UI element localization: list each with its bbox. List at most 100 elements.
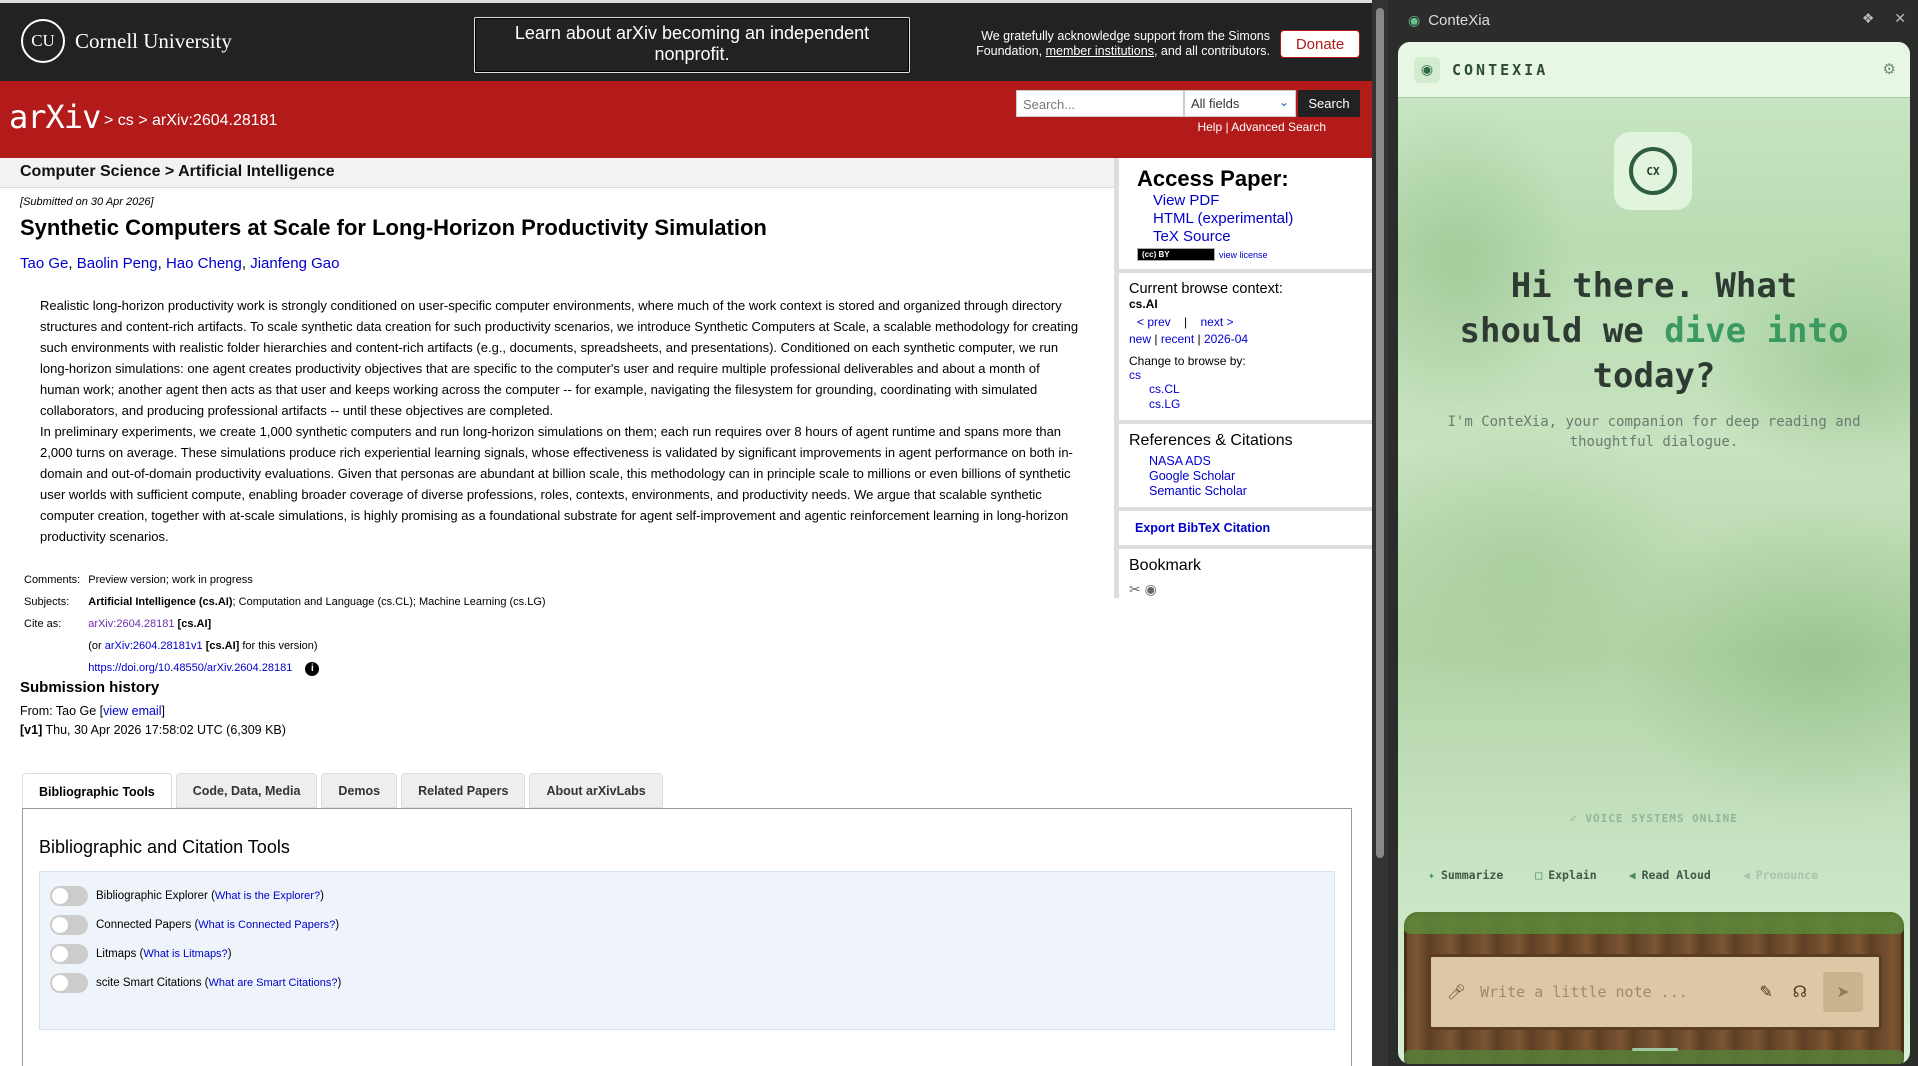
arxiv-header: arXiv > cs > arXiv:2604.28181 Search... … bbox=[0, 81, 1372, 158]
voice-status: ✓ VOICE SYSTEMS ONLINE bbox=[1398, 812, 1910, 825]
view-pdf-link[interactable]: View PDF bbox=[1153, 192, 1219, 209]
tool-list: Bibliographic Explorer (What is the Expl… bbox=[39, 871, 1335, 1030]
cc-by-badge-icon[interactable]: (cc) BY bbox=[1137, 248, 1215, 261]
note-input[interactable]: Write a little note ... bbox=[1480, 983, 1739, 1001]
help-separator: | bbox=[1225, 120, 1229, 134]
author-link[interactable]: Jianfeng Gao bbox=[250, 255, 339, 272]
gear-icon[interactable]: ⚙ bbox=[1883, 60, 1896, 78]
page-scrollbar-thumb[interactable] bbox=[1376, 8, 1384, 858]
explorer-toggle[interactable] bbox=[50, 886, 88, 906]
author-link[interactable]: Tao Ge bbox=[20, 255, 68, 272]
explain-button[interactable]: □ Explain bbox=[1535, 868, 1596, 882]
breadcrumb[interactable]: > cs > arXiv:2604.28181 bbox=[104, 112, 277, 130]
search-input[interactable]: Search... bbox=[1016, 90, 1184, 117]
summarize-button[interactable]: ✦ Summarize bbox=[1428, 868, 1503, 882]
headphones-icon: ◉ bbox=[1414, 56, 1440, 83]
prev-link[interactable]: < prev bbox=[1137, 315, 1171, 329]
advanced-search-link[interactable]: Advanced Search bbox=[1231, 120, 1326, 134]
tool-row-explorer: Bibliographic Explorer (What is the Expl… bbox=[50, 886, 324, 906]
contexia-brand: CONTEXIA bbox=[1452, 60, 1549, 79]
browse-context-section: Current browse context: cs.AI < prev | n… bbox=[1119, 273, 1372, 424]
browse-cs-link[interactable]: cs bbox=[1129, 368, 1141, 382]
send-button[interactable]: ➤ bbox=[1823, 972, 1863, 1012]
tab-demos[interactable]: Demos bbox=[321, 773, 398, 808]
abstract-paragraph: In preliminary experiments, we create 1,… bbox=[40, 424, 1073, 544]
donate-button[interactable]: Donate bbox=[1280, 30, 1360, 58]
greeting-text: should we bbox=[1459, 311, 1665, 351]
browse-sub-list: cs.CL cs.LG bbox=[1129, 382, 1362, 412]
html-link[interactable]: HTML (experimental) bbox=[1153, 210, 1293, 227]
pencil-icon[interactable]: ✎ bbox=[1759, 982, 1772, 1002]
tool-help-link[interactable]: What is the Explorer? bbox=[215, 890, 320, 902]
next-link[interactable]: next > bbox=[1201, 315, 1234, 329]
date-link[interactable]: 2026-04 bbox=[1204, 332, 1248, 346]
context-nav: < prev | next > bbox=[1129, 315, 1362, 329]
resize-handle[interactable] bbox=[1632, 1048, 1678, 1051]
headphones-avatar-icon: CX bbox=[1629, 147, 1677, 195]
connected-papers-toggle[interactable] bbox=[50, 915, 88, 935]
author-link[interactable]: Baolin Peng bbox=[77, 255, 158, 272]
view-email-link[interactable]: view email bbox=[103, 704, 161, 718]
cite-v1-link[interactable]: arXiv:2604.28181v1 bbox=[105, 640, 203, 652]
tool-help-link[interactable]: What is Litmaps? bbox=[143, 948, 227, 960]
cite-v1-suffix: for this version) bbox=[242, 640, 318, 652]
close-icon[interactable]: ✕ bbox=[1894, 10, 1906, 26]
semantic-scholar-link[interactable]: Semantic Scholar bbox=[1149, 484, 1247, 498]
member-institutions-link[interactable]: member institutions bbox=[1046, 44, 1154, 58]
new-link[interactable]: new bbox=[1129, 332, 1151, 346]
author-link[interactable]: Hao Cheng bbox=[166, 255, 242, 272]
recent-link[interactable]: recent bbox=[1161, 332, 1194, 346]
cite-id-link[interactable]: arXiv:2604.28181 bbox=[88, 618, 174, 630]
avatar: CX bbox=[1614, 132, 1692, 210]
tool-label: Litmaps bbox=[96, 948, 137, 960]
nonprofit-announcement-link[interactable]: Learn about arXiv becoming an independen… bbox=[474, 17, 910, 73]
tool-row-connected-papers: Connected Papers (What is Connected Pape… bbox=[50, 915, 339, 935]
search-field-value: All fields bbox=[1191, 96, 1240, 111]
paper-title: Synthetic Computers at Scale for Long-Ho… bbox=[20, 215, 767, 240]
tool-help-link[interactable]: What is Connected Papers? bbox=[198, 919, 335, 931]
doi-link[interactable]: https://doi.org/10.48550/arXiv.2604.2818… bbox=[88, 662, 292, 674]
action-label: Summarize bbox=[1440, 868, 1504, 882]
search-field-select[interactable]: All fields ⌄ bbox=[1184, 90, 1296, 117]
bookmark-icons[interactable]: ✂ ◉ bbox=[1129, 581, 1362, 598]
litmaps-toggle[interactable] bbox=[50, 944, 88, 964]
headphones-icon[interactable]: ☊ bbox=[1793, 982, 1807, 1002]
arxiv-logo[interactable]: arXiv bbox=[9, 98, 101, 136]
ack-suffix: , and all contributors. bbox=[1153, 44, 1270, 58]
cornell-logo[interactable]: CU Cornell University bbox=[21, 19, 232, 63]
tab-about-arxivlabs[interactable]: About arXivLabs bbox=[529, 773, 663, 808]
help-link[interactable]: Help bbox=[1197, 120, 1222, 134]
nasa-ads-link[interactable]: NASA ADS bbox=[1149, 454, 1211, 468]
microphone-icon[interactable]: 🎤︎ bbox=[1447, 983, 1466, 1001]
tab-code-data-media[interactable]: Code, Data, Media bbox=[175, 773, 318, 808]
cite-tag: [cs.AI] bbox=[177, 618, 212, 630]
metadata-table: Comments: Preview version; work in progr… bbox=[22, 568, 554, 680]
info-icon[interactable]: i bbox=[305, 662, 320, 676]
access-heading: Access Paper: bbox=[1137, 166, 1289, 191]
search-button[interactable]: Search bbox=[1298, 90, 1360, 117]
tab-related-papers[interactable]: Related Papers bbox=[401, 773, 526, 808]
tool-help-link[interactable]: What are Smart Citations? bbox=[208, 977, 337, 989]
view-license-link[interactable]: view license bbox=[1219, 250, 1268, 260]
cornell-seal-icon: CU bbox=[21, 19, 65, 63]
support-acknowledgement: We gratefully acknowledge support from t… bbox=[960, 29, 1270, 59]
browse-cscl-link[interactable]: cs.CL bbox=[1149, 382, 1180, 396]
browse-cslg-link[interactable]: cs.LG bbox=[1149, 397, 1180, 411]
greeting-line: today? bbox=[1592, 356, 1716, 396]
google-scholar-link[interactable]: Google Scholar bbox=[1149, 469, 1235, 483]
version-label: [v1] bbox=[20, 723, 43, 737]
greeting-line: should we dive into bbox=[1398, 309, 1910, 354]
nav-separator: | bbox=[1184, 315, 1188, 329]
tex-source-link[interactable]: TeX Source bbox=[1153, 228, 1231, 245]
pronounce-button[interactable]: ◀ Pronounce bbox=[1743, 868, 1818, 882]
arxiv-page: CU Cornell University Learn about arXiv … bbox=[0, 0, 1372, 1066]
submission-version: [v1] Thu, 30 Apr 2026 17:58:02 UTC (6,30… bbox=[20, 723, 286, 737]
export-bibtex-link[interactable]: Export BibTeX Citation bbox=[1129, 521, 1270, 535]
tab-bibliographic-tools[interactable]: Bibliographic Tools bbox=[22, 773, 172, 810]
comments-value: Preview version; work in progress bbox=[88, 574, 253, 586]
read-aloud-button[interactable]: ◀ Read Aloud bbox=[1629, 868, 1711, 882]
book-icon: □ bbox=[1535, 868, 1543, 882]
chevron-down-icon: ⌄ bbox=[1278, 95, 1289, 109]
scite-toggle[interactable] bbox=[50, 973, 88, 993]
unpin-icon[interactable]: ❖ bbox=[1862, 10, 1875, 26]
